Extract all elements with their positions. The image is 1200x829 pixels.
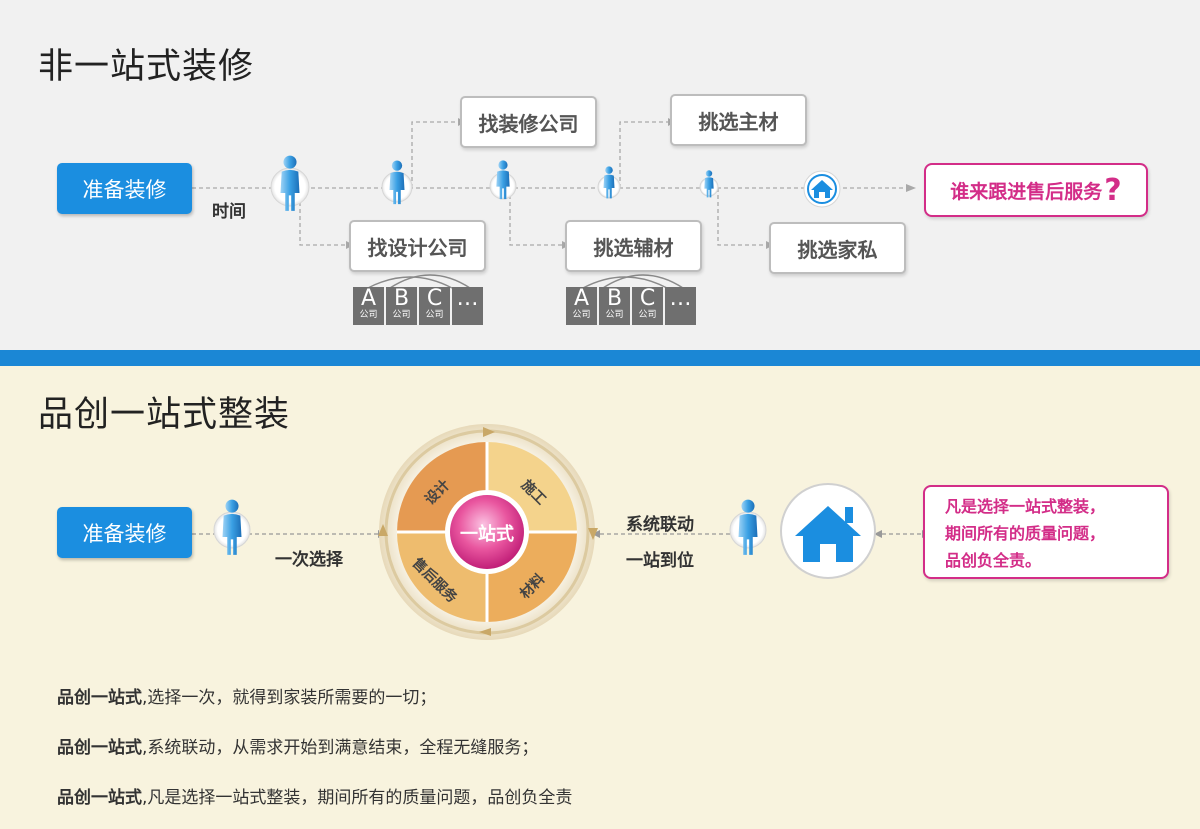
person-icon (597, 166, 621, 199)
company-tile-more: … (665, 287, 696, 325)
responsibility-line: 品创负全责。 (945, 551, 1042, 570)
person-icon (729, 499, 767, 555)
person-icon (381, 160, 413, 205)
question-mark: ? (1104, 172, 1122, 208)
one-stop-arrive-label: 一站到位 (626, 551, 694, 571)
prepare-decoration-button[interactable]: 准备装修 (57, 163, 192, 214)
prepare-decoration-button-2[interactable]: 准备装修 (57, 507, 192, 558)
company-tile: C 公司 (419, 287, 450, 325)
summary-line-3: 品创一站式,凡是选择一站式整装，期间所有的质量问题，品创负全责 (57, 788, 573, 808)
step-pick-main-material: 挑选主材 (670, 94, 807, 146)
after-sales-question-box: 谁来跟进售后服务 ? (924, 163, 1148, 217)
company-tile: A 公司 (353, 287, 384, 325)
time-label: 时间 (212, 202, 246, 222)
system-link-label: 系统联动 (626, 515, 694, 535)
person-icon (270, 155, 310, 211)
question-text: 谁来跟进售后服务 (950, 180, 1103, 203)
person-icon (489, 160, 517, 200)
top-title: 非一站式装修 (38, 47, 255, 87)
home-icon (803, 170, 841, 208)
person-icon (699, 170, 719, 198)
responsibility-line: 凡是选择一站式整装， (945, 497, 1106, 516)
wheel-center-label: 一站式 (460, 524, 514, 545)
responsibility-box: 凡是选择一站式整装， 期间所有的质量问题， 品创负全责。 (923, 485, 1169, 579)
step-find-decor-company: 找装修公司 (460, 96, 597, 148)
step-find-design-company: 找设计公司 (349, 220, 486, 272)
responsibility-line: 期间所有的质量问题， (945, 524, 1106, 543)
step-pick-furniture: 挑选家私 (769, 222, 906, 274)
company-tile: A 公司 (566, 287, 597, 325)
person-icon (213, 499, 251, 555)
bottom-title: 品创一站式整装 (38, 395, 291, 435)
summary-line-1: 品创一站式,选择一次，就得到家装所需要的一切； (57, 688, 437, 708)
step-pick-aux-material: 挑选辅材 (565, 220, 702, 272)
summary-line-2: 品创一站式,系统联动，从需求开始到满意结束，全程无缝服务； (57, 738, 539, 758)
one-choice-label: 一次选择 (275, 550, 343, 570)
company-tile: C 公司 (632, 287, 663, 325)
home-icon (780, 483, 876, 579)
company-tile: B 公司 (386, 287, 417, 325)
company-tile-more: … (452, 287, 483, 325)
company-tile: B 公司 (599, 287, 630, 325)
